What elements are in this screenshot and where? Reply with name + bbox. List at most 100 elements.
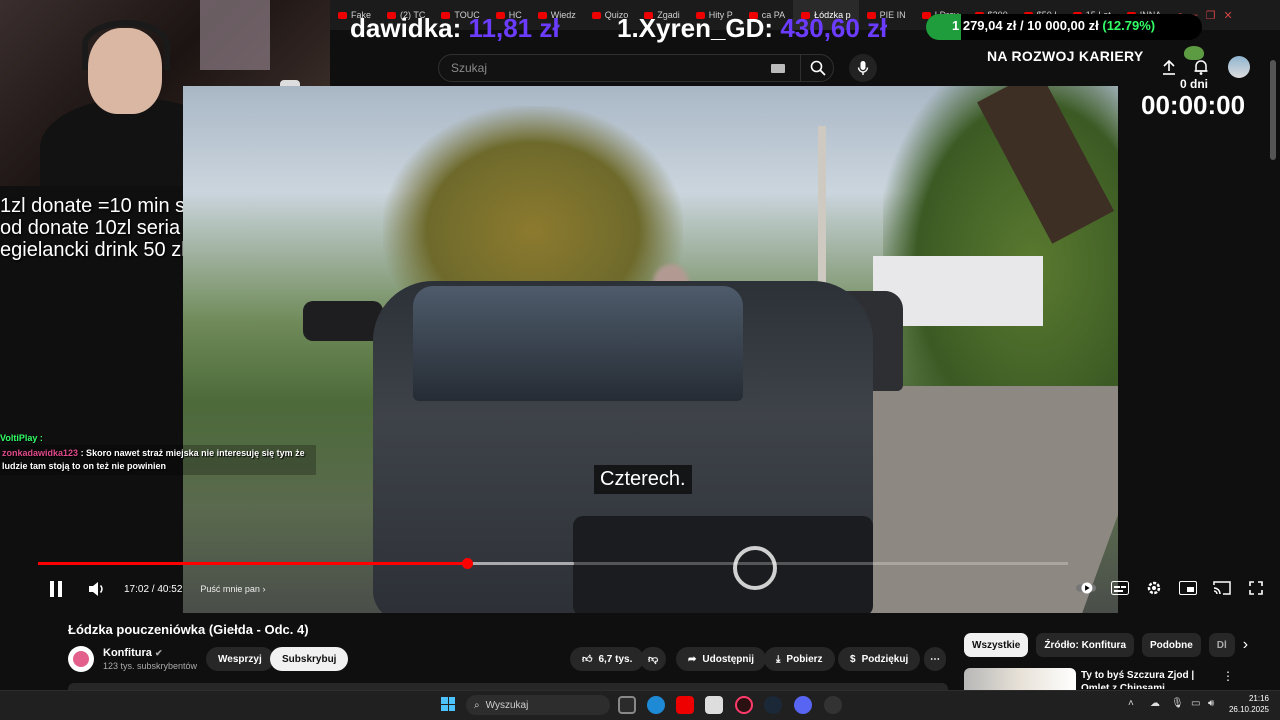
clock-time: 21:16 xyxy=(1248,694,1269,703)
autoplay-toggle[interactable] xyxy=(1076,578,1096,598)
player-controls-right xyxy=(1076,578,1266,598)
donation-goal-bar: 1 279,04 zł / 10 000,00 zł (12.79%) xyxy=(926,14,1202,40)
more-horizontal-icon: ⋯ xyxy=(930,653,940,665)
recommended-thumbnail[interactable] xyxy=(964,668,1076,690)
more-vertical-icon[interactable]: ⋮ xyxy=(1222,669,1234,683)
miniplayer-icon xyxy=(1179,581,1197,595)
system-clock[interactable]: 21:16 26.10.2025 xyxy=(1225,693,1269,715)
stream-chat-overlay: VoltiPlay : zonkadawidka123 : Skoro nawe… xyxy=(0,432,316,475)
dislike-button[interactable]: 👎︎ xyxy=(640,647,667,671)
voice-search-button[interactable] xyxy=(849,54,877,82)
thanks-button[interactable]: $ Podziękuj xyxy=(838,647,921,671)
autoplay-icon xyxy=(1076,582,1096,594)
download-label: Pobierz xyxy=(786,653,823,665)
share-label: Udostępnij xyxy=(702,653,755,665)
fullscreen-button[interactable] xyxy=(1246,578,1266,598)
steam-icon[interactable] xyxy=(764,696,782,714)
top-donor-label: 1.Xyren_GD: xyxy=(617,13,774,43)
discord-icon[interactable] xyxy=(794,696,812,714)
video-progress-bar[interactable] xyxy=(38,558,1068,569)
search-button[interactable] xyxy=(800,54,834,82)
join-label: Wesprzyj xyxy=(218,653,262,665)
account-avatar[interactable] xyxy=(1228,56,1250,78)
recommended-title[interactable]: Ty to byś Szczura Zjod | Omlet z Chipsam… xyxy=(1081,669,1221,689)
volume-icon xyxy=(89,582,103,596)
thanks-label: Podziękuj xyxy=(861,653,909,665)
miniplayer-button[interactable] xyxy=(1178,578,1198,598)
share-button[interactable]: ➦ Udostępnij xyxy=(676,647,767,671)
chip-related[interactable]: Podobne xyxy=(1142,633,1201,657)
top-donor-overlay: 1.Xyren_GD: 430,60 zł xyxy=(617,13,887,44)
donation-goal-percent: (12.79%) xyxy=(1102,18,1156,33)
speaker-icon[interactable]: 🔊︎ xyxy=(1208,698,1214,709)
youtube-search-input[interactable]: Szukaj xyxy=(438,54,834,82)
video-player[interactable] xyxy=(183,86,1118,613)
page-scrollbar[interactable] xyxy=(1270,60,1276,160)
pause-button[interactable] xyxy=(42,575,70,603)
microphone-icon[interactable]: 🎙︎ xyxy=(1171,698,1184,709)
youtube-app-icon[interactable] xyxy=(676,696,694,714)
time-display: 17:02 / 40:52 xyxy=(124,583,183,595)
channel-name-text: Konfitura xyxy=(103,647,152,659)
search-icon xyxy=(810,60,826,76)
more-actions-button[interactable]: ⋯ xyxy=(924,647,946,671)
volume-button[interactable] xyxy=(88,581,106,597)
taskbar-search-input[interactable]: ⌕ Wyszukaj xyxy=(466,695,610,715)
channel-avatar[interactable] xyxy=(68,646,94,672)
cloud-icon[interactable]: ☁ xyxy=(1150,698,1160,709)
chat-message: zonkadawidka123 : Skoro nawet straż miej… xyxy=(0,445,316,475)
download-icon: ⤓ xyxy=(776,653,781,665)
chat-username: zonkadawidka123 xyxy=(2,448,79,458)
thumbs-up-icon: 👍︎ xyxy=(582,654,593,665)
windows-start-icon[interactable] xyxy=(441,697,455,711)
tab-favicon-icon xyxy=(591,11,601,19)
like-button[interactable]: 👍︎ 6,7 tys. xyxy=(570,647,645,671)
chip-more[interactable]: Dl xyxy=(1208,633,1235,657)
keyboard-icon[interactable] xyxy=(771,64,785,73)
settings-button[interactable] xyxy=(1144,578,1164,598)
app-icon[interactable] xyxy=(824,696,842,714)
close-window-icon[interactable]: ✕ xyxy=(1223,9,1232,22)
edge-browser-icon[interactable] xyxy=(647,696,665,714)
subtitles-button[interactable] xyxy=(1110,578,1130,598)
video-title: Łódzka pouczeniówka (Giełda - Odc. 4) xyxy=(68,622,309,637)
last-donor-label: dawidka: xyxy=(350,13,462,43)
opera-gx-icon[interactable] xyxy=(735,696,753,714)
last-donor-value: 11,81 zł xyxy=(468,13,560,43)
clock-date: 26.10.2025 xyxy=(1228,705,1269,714)
verified-icon: ✔ xyxy=(154,648,163,658)
player-controls-left: 17:02 / 40:52 Puść mnie pan › xyxy=(42,574,265,604)
chat-message: VoltiPlay : xyxy=(0,432,316,445)
search-placeholder: Szukaj xyxy=(451,61,488,75)
subscribe-button[interactable]: Subskrybuj xyxy=(270,647,349,671)
microphone-icon xyxy=(857,61,869,75)
pause-icon xyxy=(50,581,54,597)
goal-caption: NA ROZWOJ KARIERY xyxy=(987,48,1144,64)
notifications-button[interactable] xyxy=(1192,58,1210,76)
cast-button[interactable] xyxy=(1212,578,1232,598)
chapter-button[interactable]: Puść mnie pan › xyxy=(200,584,265,594)
chevron-right-icon[interactable]: › xyxy=(1243,633,1248,657)
chevron-up-icon[interactable]: ˄ xyxy=(1128,698,1134,709)
upload-button[interactable] xyxy=(1160,58,1178,76)
gear-icon xyxy=(1147,581,1161,595)
channel-name[interactable]: Konfitura ✔ xyxy=(103,647,163,659)
chip-all[interactable]: Wszystkie xyxy=(964,633,1029,657)
windows-taskbar xyxy=(0,690,1280,720)
download-button[interactable]: ⤓ Pobierz xyxy=(764,647,835,671)
chip-source[interactable]: Źródło: Konfitura xyxy=(1036,633,1135,657)
share-icon: ➦ xyxy=(688,653,697,665)
thumbs-down-icon: 👎︎ xyxy=(648,654,659,665)
channel-subscribers: 123 tys. subskrybentów xyxy=(103,661,198,671)
chapter-label: Puść mnie pan xyxy=(200,584,260,594)
progress-played xyxy=(38,562,468,565)
chevron-right-icon: › xyxy=(262,584,266,594)
join-button[interactable]: Wesprzyj xyxy=(206,647,274,671)
upload-icon xyxy=(1163,59,1175,75)
snipping-tool-icon[interactable] xyxy=(705,696,723,714)
last-donor-overlay: dawidka: 11,81 zł xyxy=(350,13,560,44)
subscribe-label: Subskrybuj xyxy=(282,653,337,665)
display-icon[interactable]: ▭ xyxy=(1191,698,1200,709)
task-view-icon[interactable] xyxy=(618,696,636,714)
restore-window-icon[interactable]: ❐ xyxy=(1206,9,1216,22)
